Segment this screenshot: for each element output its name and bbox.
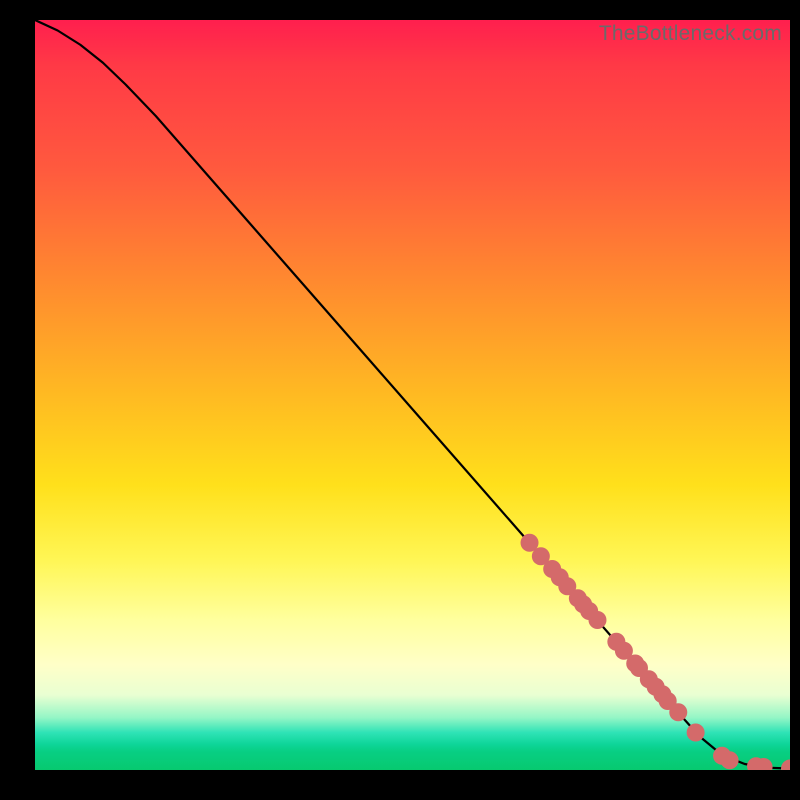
scatter-dot (669, 703, 687, 721)
scatter-dots (521, 534, 790, 770)
scatter-dot (687, 724, 705, 742)
chart-overlay (35, 20, 790, 770)
curve-line (35, 20, 790, 769)
plot-area: TheBottleneck.com (35, 20, 790, 770)
scatter-dot (781, 760, 790, 771)
scatter-dot (588, 611, 606, 629)
chart-stage: TheBottleneck.com (0, 0, 800, 800)
scatter-dot (721, 751, 739, 769)
